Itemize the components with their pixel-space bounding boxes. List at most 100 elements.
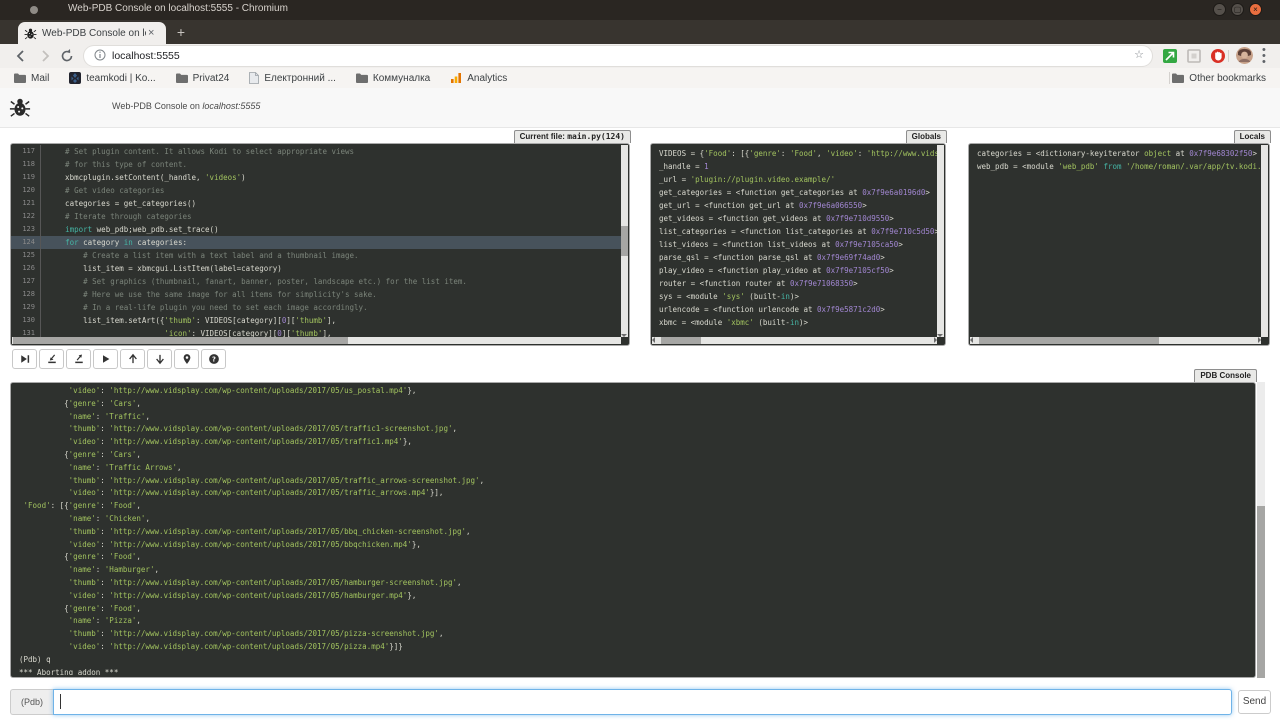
pdb-input-wrap (53, 689, 1232, 715)
console-line: 'thumb': 'http://www.vidsplay.com/wp-con… (19, 577, 1253, 590)
new-tab-button[interactable]: + (172, 24, 190, 42)
globals-line: _handle = 1 (659, 160, 937, 173)
console-line: 'name': 'Chicken', (19, 513, 1253, 526)
bookmark-privat24[interactable]: Privat24 (176, 73, 230, 84)
browser-menu-icon[interactable]: ••• (1262, 47, 1266, 64)
kodi-favicon (69, 72, 81, 84)
code-line: 120 # Get video categories (11, 184, 621, 197)
console-line: {'genre': 'Cars', (19, 449, 1253, 462)
pdb-console-label: PDB Console (1194, 369, 1257, 382)
console-line: 'video': 'http://www.vidsplay.com/wp-con… (19, 590, 1253, 603)
console-output: 'video': 'http://www.vidsplay.com/wp-con… (11, 385, 1253, 675)
globals-vertical-scrollbar[interactable] (937, 145, 944, 337)
code-vertical-scrollbar[interactable] (621, 145, 628, 337)
debug-help-button[interactable]: ? (201, 349, 226, 369)
bookmark-teamkodi[interactable]: teamkodi | Ko... (69, 72, 155, 84)
debug-step-into-button[interactable] (39, 349, 64, 369)
debugger-toolbar: ? (12, 349, 226, 369)
bug-icon (9, 96, 31, 118)
debug-continue-button[interactable] (93, 349, 118, 369)
code-line: 125 # Create a list item with a text lab… (11, 249, 621, 262)
tab-close-icon[interactable]: × (148, 28, 154, 38)
console-line: 'thumb': 'http://www.vidsplay.com/wp-con… (19, 628, 1253, 641)
address-bar[interactable]: localhost:5555 ☆ (84, 46, 1152, 66)
code-line: 124 for category in categories: (11, 236, 621, 249)
console-line: 'video': 'http://www.vidsplay.com/wp-con… (19, 487, 1253, 500)
code-line: 126 list_item = xbmcgui.ListItem(label=c… (11, 262, 621, 275)
bookmark-mail[interactable]: Mail (14, 73, 49, 84)
console-scrollbar[interactable] (1257, 382, 1265, 678)
web-page: Web-PDB Console on localhost:5555 Curren… (0, 88, 1280, 720)
locals-line: web_pdb = <module 'web_pdb' from '/home/… (977, 160, 1261, 173)
bookmark-star-icon[interactable]: ☆ (1134, 48, 1144, 61)
globals-line: get_url = <function get_url at 0x7f9e6a0… (659, 199, 937, 212)
bookmark-analytics[interactable]: Analytics (450, 72, 507, 84)
svg-text:?: ? (212, 355, 216, 363)
debug-where-button[interactable] (174, 349, 199, 369)
globals-label: Globals (906, 130, 947, 143)
globals-horizontal-scrollbar[interactable] (652, 337, 937, 344)
console-line: 'thumb': 'http://www.vidsplay.com/wp-con… (19, 475, 1253, 488)
code-line: 121 categories = get_categories() (11, 197, 621, 210)
pdb-prompt-label: (Pdb) (10, 689, 53, 715)
bookmark-electronic[interactable]: Електронний ... (249, 72, 336, 84)
bookmarks-bar: Mail teamkodi | Ko... Privat24 Електронн… (0, 68, 1280, 88)
minimize-button[interactable]: − (1213, 3, 1226, 16)
other-bookmarks-button[interactable]: Other bookmarks (1172, 68, 1266, 88)
globals-line: VIDEOS = {'Food': [{'genre': 'Food', 'vi… (659, 147, 937, 160)
globals-line: _url = 'plugin://plugin.video.example/' (659, 173, 937, 186)
screenshot-extension-icon[interactable] (1186, 48, 1202, 64)
code-line: 122 # Iterate through categories (11, 210, 621, 223)
browser-toolbar: localhost:5555 ☆ ••• (0, 44, 1280, 68)
code-line: 128 # Here we use the same image for all… (11, 288, 621, 301)
globals-line: list_categories = <function list_categor… (659, 225, 937, 238)
browser-tab[interactable]: Web-PDB Console on loca × (18, 22, 166, 44)
toolbar-divider (1228, 50, 1229, 62)
profile-avatar[interactable] (1236, 47, 1253, 64)
red-hand-extension-icon[interactable] (1210, 48, 1226, 64)
globals-line: urlencode = <function urlencode at 0x7f9… (659, 303, 937, 316)
code-line: 130 list_item.setArt({'thumb': VIDEOS[ca… (11, 314, 621, 327)
debug-down-button[interactable] (147, 349, 172, 369)
pdb-command-input[interactable] (53, 689, 1232, 715)
url-text: localhost:5555 (112, 50, 180, 62)
back-button[interactable] (12, 47, 30, 65)
code-horizontal-scrollbar[interactable] (12, 337, 621, 344)
debug-step-out-button[interactable] (66, 349, 91, 369)
folder-icon (14, 73, 26, 83)
page-info-icon[interactable] (94, 49, 106, 61)
maximize-button[interactable]: ▢ (1231, 3, 1244, 16)
console-line: 'name': 'Traffic Arrows', (19, 462, 1253, 475)
locals-horizontal-scrollbar[interactable] (970, 337, 1261, 344)
question-icon: ? (208, 353, 220, 365)
console-line: 'name': 'Hamburger', (19, 564, 1253, 577)
globals-line: parse_qsl = <function parse_qsl at 0x7f9… (659, 251, 937, 264)
console-line: *** Aborting addon *** (19, 667, 1253, 675)
globals-line: get_videos = <function get_videos at 0x7… (659, 212, 937, 225)
console-line: 'video': 'http://www.vidsplay.com/wp-con… (19, 641, 1253, 654)
arrow-up-icon (127, 353, 139, 365)
green-arrow-extension-icon[interactable] (1162, 48, 1178, 64)
window-titlebar: Web-PDB Console on localhost:5555 - Chro… (0, 0, 1280, 20)
forward-button[interactable] (36, 47, 54, 65)
debug-up-button[interactable] (120, 349, 145, 369)
console-line: (Pdb) q (19, 654, 1253, 667)
reload-button[interactable] (58, 47, 76, 65)
close-button[interactable]: × (1249, 3, 1262, 16)
screen: Web-PDB Console on localhost:5555 - Chro… (0, 0, 1280, 720)
code-view: 117 # Set plugin content. It allows Kodi… (11, 145, 621, 337)
debug-next-button[interactable] (12, 349, 37, 369)
step-into-icon (46, 353, 58, 365)
send-button[interactable]: Send (1238, 690, 1271, 714)
play-icon (100, 353, 112, 365)
globals-line: router = <function router at 0x7f9e71068… (659, 277, 937, 290)
location-pin-icon (181, 353, 193, 365)
locals-vertical-scrollbar[interactable] (1261, 145, 1268, 337)
code-line: 117 # Set plugin content. It allows Kodi… (11, 145, 621, 158)
console-line: {'genre': 'Food', (19, 603, 1253, 616)
code-line: 131 'icon': VIDEOS[category][0]['thumb']… (11, 327, 621, 337)
bookmark-kommunalka[interactable]: Коммуналка (356, 73, 430, 84)
globals-line: xbmc = <module 'xbmc' (built-in)> (659, 316, 937, 329)
pdb-prompt-bar: (Pdb) (10, 689, 1232, 715)
code-line: 129 # In a real-life plugin you need to … (11, 301, 621, 314)
